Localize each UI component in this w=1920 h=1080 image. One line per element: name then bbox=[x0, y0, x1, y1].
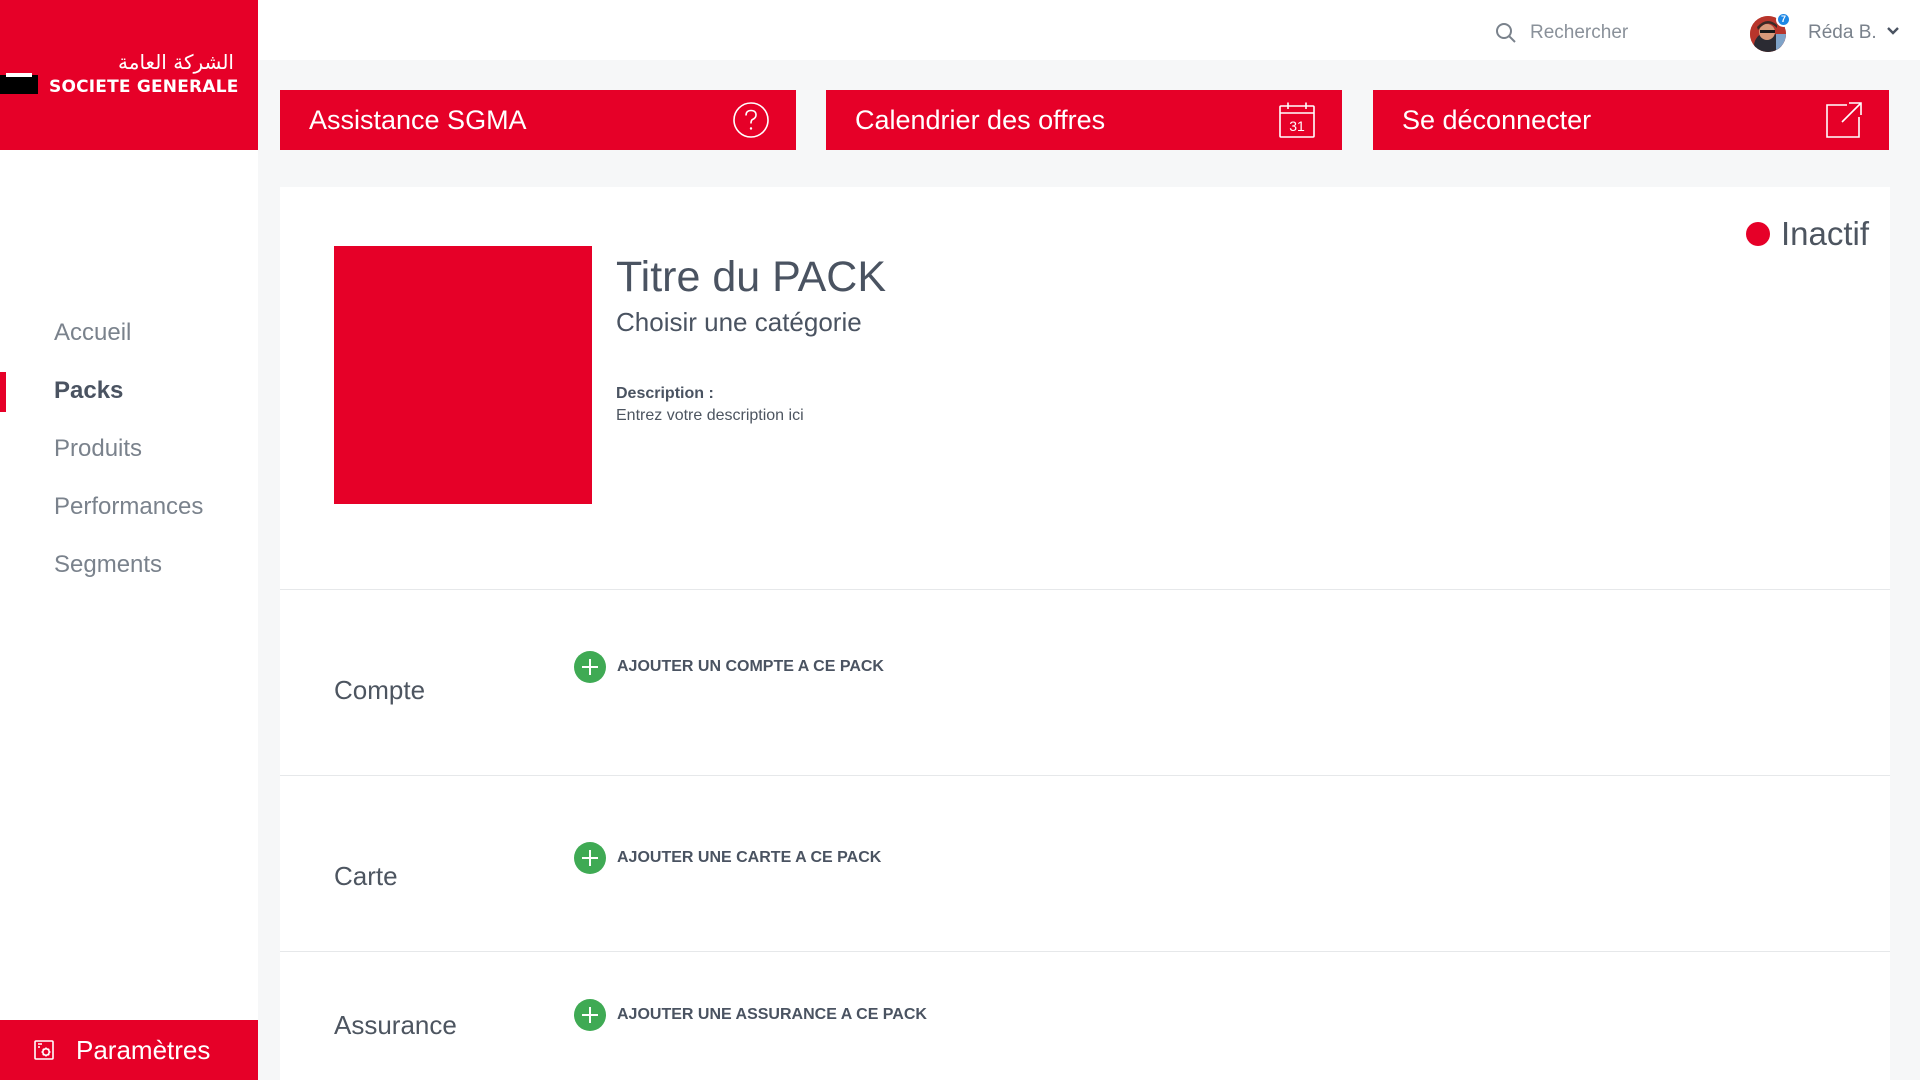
section-label-carte: Carte bbox=[334, 861, 398, 891]
settings-icon bbox=[34, 1040, 54, 1060]
top-bar: 7 Réda B. bbox=[258, 0, 1920, 60]
search-input[interactable] bbox=[1530, 16, 1700, 50]
add-compte-button[interactable]: AJOUTER UN COMPTE A CE PACK bbox=[574, 651, 884, 683]
sidebar-item-accueil[interactable]: Accueil bbox=[0, 304, 258, 362]
user-name[interactable]: Réda B. bbox=[1808, 22, 1877, 44]
divider bbox=[280, 775, 1890, 776]
description-field[interactable]: Entrez votre description ici bbox=[616, 407, 804, 425]
calendar-label: Calendrier des offres bbox=[855, 104, 1106, 135]
settings-label: Paramètres bbox=[76, 1034, 211, 1065]
sidebar: الشركة العامة SOCIETE GENERALE Accueil P… bbox=[0, 0, 258, 1080]
add-assurance-button[interactable]: AJOUTER UNE ASSURANCE A CE PACK bbox=[574, 999, 927, 1031]
logout-label: Se déconnecter bbox=[1402, 104, 1592, 135]
plus-circle-icon bbox=[574, 842, 606, 874]
settings-button[interactable]: Paramètres bbox=[0, 1020, 258, 1080]
logo-arabic-wordmark: الشركة العامة bbox=[118, 50, 234, 74]
status-dot-icon bbox=[1745, 222, 1770, 246]
svg-text:الشركة العامة: الشركة العامة bbox=[118, 50, 234, 74]
logo-mark-icon bbox=[0, 56, 38, 94]
pack-category-select[interactable]: Choisir une catégorie bbox=[616, 307, 862, 338]
assistance-button[interactable]: Assistance SGMA bbox=[280, 90, 796, 150]
logo-latin-wordmark: SOCIETE GENERALE bbox=[49, 77, 239, 97]
logout-button[interactable]: Se déconnecter bbox=[1373, 90, 1889, 150]
search-icon[interactable] bbox=[1494, 21, 1518, 45]
sidebar-item-segments[interactable]: Segments bbox=[0, 536, 258, 594]
sidebar-item-produits[interactable]: Produits bbox=[0, 420, 258, 478]
add-carte-button[interactable]: AJOUTER UNE CARTE A CE PACK bbox=[574, 842, 881, 874]
sidebar-nav: Accueil Packs Produits Performances Segm… bbox=[0, 304, 258, 594]
calendar-icon: 31 bbox=[1279, 102, 1315, 138]
brand-logo[interactable]: الشركة العامة SOCIETE GENERALE bbox=[0, 0, 258, 150]
plus-circle-icon bbox=[574, 999, 606, 1031]
help-circle-icon bbox=[733, 102, 769, 138]
svg-text:31: 31 bbox=[1289, 118, 1305, 134]
app-root: الشركة العامة SOCIETE GENERALE Accueil P… bbox=[0, 0, 1920, 1080]
pack-title[interactable]: Titre du PACK bbox=[616, 253, 886, 302]
plus-circle-icon bbox=[574, 651, 606, 683]
external-link-icon bbox=[1826, 102, 1862, 138]
pack-card: Inactif Titre du PACK Choisir une catégo… bbox=[280, 187, 1890, 1080]
divider bbox=[280, 951, 1890, 952]
sidebar-item-performances[interactable]: Performances bbox=[0, 478, 258, 536]
add-compte-label: AJOUTER UN COMPTE A CE PACK bbox=[617, 658, 884, 675]
status-label: Inactif bbox=[1780, 215, 1869, 252]
section-label-compte: Compte bbox=[334, 675, 426, 705]
divider bbox=[280, 589, 1890, 590]
add-carte-label: AJOUTER UNE CARTE A CE PACK bbox=[617, 849, 882, 866]
status-indicator[interactable]: Inactif bbox=[1745, 215, 1869, 253]
notification-badge: 7 bbox=[1776, 12, 1791, 27]
calendar-button[interactable]: Calendrier des offres 31 bbox=[826, 90, 1342, 150]
assistance-label: Assistance SGMA bbox=[309, 104, 527, 135]
section-label-assurance: Assurance bbox=[334, 1010, 457, 1040]
chevron-down-icon[interactable] bbox=[1886, 26, 1900, 36]
description-label: Description : bbox=[616, 385, 714, 402]
sidebar-item-packs[interactable]: Packs bbox=[0, 362, 258, 420]
pack-image[interactable] bbox=[334, 246, 592, 504]
add-assurance-label: AJOUTER UNE ASSURANCE A CE PACK bbox=[617, 1006, 927, 1023]
